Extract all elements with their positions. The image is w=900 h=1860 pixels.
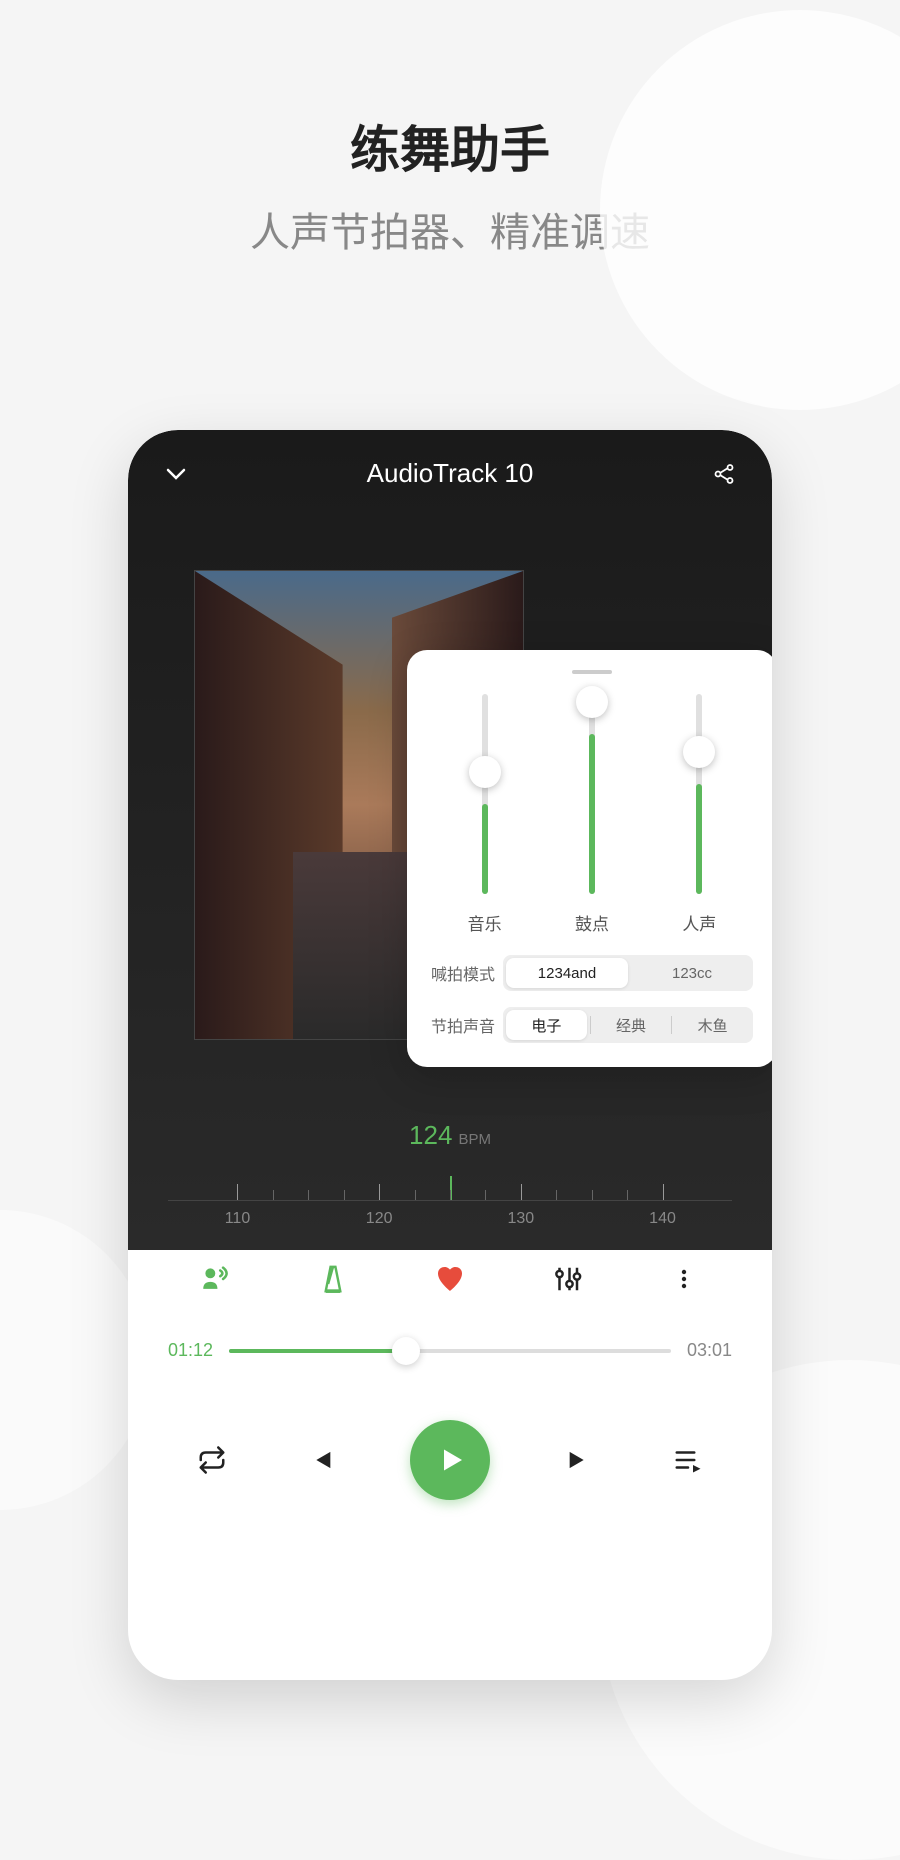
ruler-label: 140 — [649, 1210, 676, 1228]
beat-sound-segment: 电子 经典 木鱼 — [503, 1007, 753, 1043]
previous-button[interactable] — [301, 1440, 341, 1480]
slider-thumb[interactable] — [683, 736, 715, 768]
time-current: 01:12 — [168, 1340, 213, 1361]
slider-label-music: 音乐 — [468, 910, 502, 935]
music-slider[interactable] — [482, 694, 488, 894]
next-button[interactable] — [559, 1440, 599, 1480]
bpm-display: 124 BPM — [128, 1120, 772, 1151]
favorite-button[interactable] — [431, 1260, 469, 1298]
time-total: 03:01 — [687, 1340, 732, 1361]
slider-label-vocal: 人声 — [682, 910, 716, 935]
count-mode-label: 喊拍模式 — [431, 961, 503, 985]
drag-handle-icon[interactable] — [572, 670, 612, 674]
progress-thumb[interactable] — [392, 1337, 420, 1365]
repeat-button[interactable] — [192, 1440, 232, 1480]
bpm-unit: BPM — [458, 1131, 491, 1148]
mode-option-123cc[interactable]: 123cc — [631, 955, 753, 991]
more-menu-button[interactable] — [665, 1260, 703, 1298]
vocal-slider[interactable] — [696, 694, 702, 894]
bpm-ruler[interactable]: 110 120 130 140 — [128, 1170, 772, 1230]
beat-sound-label: 节拍声音 — [431, 1013, 503, 1037]
sound-option-classic[interactable]: 经典 — [591, 1007, 672, 1043]
slider-label-beat: 鼓点 — [575, 910, 609, 935]
ruler-label: 110 — [225, 1210, 251, 1228]
phone-frame: AudioTrack 10 124 BPM — [128, 430, 772, 1680]
mode-option-1234and[interactable]: 1234and — [506, 958, 628, 988]
sound-option-electronic[interactable]: 电子 — [506, 1010, 587, 1040]
collapse-button[interactable] — [164, 462, 188, 486]
mixer-panel: 音乐 鼓点 人声 喊拍模式 1234and 123cc — [407, 650, 772, 1067]
count-mode-segment: 1234and 123cc — [503, 955, 753, 991]
play-button[interactable] — [410, 1420, 490, 1500]
ruler-label: 130 — [507, 1210, 534, 1228]
progress-bar[interactable] — [229, 1349, 671, 1353]
sound-option-woodfish[interactable]: 木鱼 — [672, 1007, 753, 1043]
playlist-button[interactable] — [668, 1440, 708, 1480]
equalizer-button[interactable] — [548, 1260, 586, 1298]
bpm-value: 124 — [409, 1120, 452, 1150]
metronome-button[interactable] — [314, 1260, 352, 1298]
slider-thumb[interactable] — [469, 756, 501, 788]
slider-thumb[interactable] — [576, 686, 608, 718]
ruler-label: 120 — [366, 1210, 393, 1228]
share-icon[interactable] — [712, 462, 736, 486]
beat-slider[interactable] — [589, 694, 595, 894]
voice-count-button[interactable] — [197, 1260, 235, 1298]
track-title: AudioTrack 10 — [367, 458, 534, 489]
